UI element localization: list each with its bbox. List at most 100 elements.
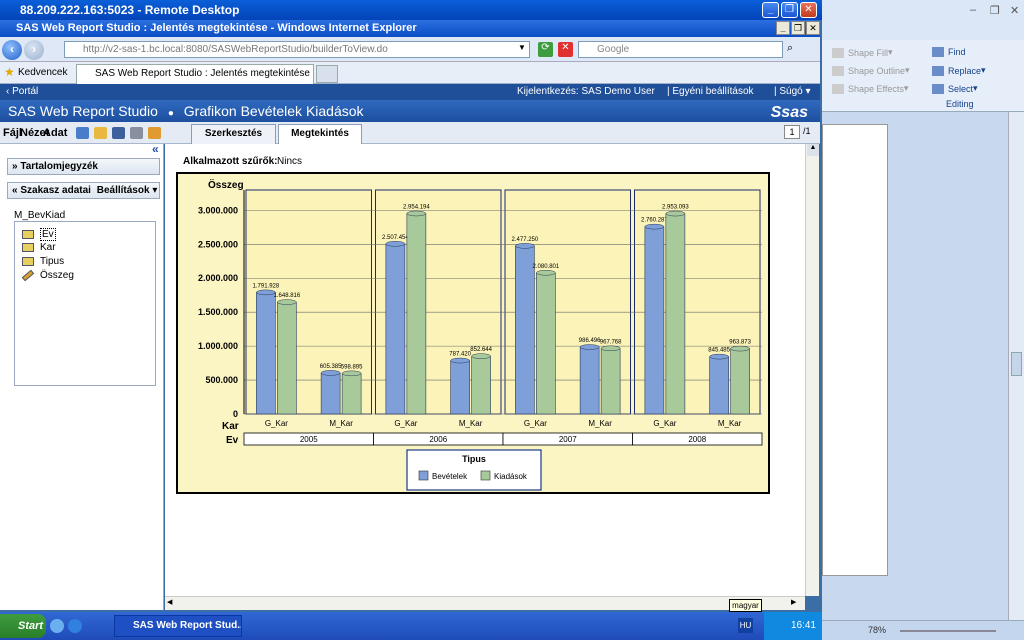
word-maximize-icon[interactable]: ❐	[990, 4, 1000, 17]
taskbar-item-ie[interactable]: SAS Web Report Stud...	[114, 615, 242, 637]
settings-link[interactable]: | Egyéni beállítások	[667, 84, 754, 100]
ie-quicklaunch-icon[interactable]	[68, 619, 82, 633]
new-report-icon[interactable]	[76, 127, 89, 139]
bar-chart: Összeg 0 500.000 1.000.000 1.500.000 2.000.00…	[198, 178, 763, 491]
bar-top	[277, 299, 297, 305]
stop-icon[interactable]: ✕	[558, 42, 573, 57]
data-label: 2.954.194	[403, 204, 430, 210]
select-button[interactable]: Select ▾	[932, 83, 978, 94]
scroll-right-icon[interactable]: ▶	[791, 598, 801, 609]
legend-title: Tipus	[462, 454, 486, 464]
data-label: 967.768	[600, 339, 622, 345]
filters-label: Alkalmazott szűrők:	[183, 156, 278, 167]
replace-button[interactable]: Replace ▾	[932, 65, 986, 76]
save-icon[interactable]	[112, 127, 125, 139]
portal-link[interactable]: ‹ Portál	[6, 84, 38, 100]
horizontal-scrollbar[interactable]: ◀ ▶	[165, 596, 805, 610]
ie-minimize-button[interactable]: _	[776, 21, 790, 35]
tab-view[interactable]: Megtekintés	[278, 124, 362, 145]
page-number-input[interactable]: 1	[784, 125, 800, 139]
group-label: 2005	[300, 435, 318, 444]
y-tick-label: 2.500.000	[198, 239, 238, 249]
legend-swatch	[480, 470, 491, 481]
close-button[interactable]: ✕	[800, 2, 817, 18]
refresh-icon[interactable]: ⟳	[538, 42, 553, 57]
bar	[385, 243, 406, 415]
bar-top	[536, 270, 556, 276]
bar-top	[256, 289, 276, 296]
data-label: 1.791.928	[253, 283, 280, 289]
ie-restore-button[interactable]: ❐	[791, 21, 805, 35]
data-item-ev[interactable]: Ev	[22, 228, 56, 241]
tab-edit[interactable]: Szerkesztés	[191, 124, 276, 144]
find-button[interactable]: Find	[932, 47, 966, 57]
x-tick-label: G_Kar	[265, 419, 288, 428]
data-item-kar[interactable]: Kar	[22, 242, 56, 253]
back-icon[interactable]: ‹	[2, 40, 22, 60]
sas-logo: Ssas	[770, 104, 808, 121]
print-icon[interactable]	[130, 127, 143, 139]
logout-link[interactable]: Kijelentkezés: SAS Demo User	[517, 84, 655, 100]
favorites-label[interactable]: Kedvencek	[18, 67, 67, 78]
data-item-tipus[interactable]: Tipus	[22, 256, 64, 267]
data-label: 986.496	[579, 338, 601, 344]
desktop-icon[interactable]	[50, 619, 64, 633]
remote-desktop-title: 88.209.222.163:5023 - Remote Desktop	[20, 3, 240, 17]
open-folder-icon[interactable]	[94, 127, 107, 139]
data-label: 605.385	[320, 364, 342, 370]
browser-tab[interactable]: SAS Web Report Studio : Jelentés megteki…	[76, 64, 314, 84]
word-document-page[interactable]	[822, 124, 888, 576]
toc-header[interactable]: » Tartalomjegyzék	[7, 158, 160, 175]
data-label: 845.485	[708, 348, 730, 354]
bar	[515, 245, 535, 415]
maximize-button[interactable]: ❐	[781, 2, 798, 18]
help-link[interactable]: | Súgó ▾	[774, 84, 811, 100]
language-indicator[interactable]: HU	[738, 618, 753, 633]
bar	[600, 348, 621, 415]
ie-close-button[interactable]: ✕	[806, 21, 820, 35]
search-input[interactable]: Google	[578, 41, 783, 58]
word-vertical-scrollbar[interactable]	[1008, 112, 1024, 620]
bar	[320, 372, 341, 415]
y-axis-title: Összeg	[208, 178, 244, 191]
settings-dropdown[interactable]: Beállítások	[97, 185, 150, 196]
start-button[interactable]: Start	[0, 614, 46, 638]
zoom-slider[interactable]	[900, 630, 996, 632]
bar	[341, 373, 362, 415]
vertical-scrollbar[interactable]: ▲	[805, 144, 819, 596]
export-icon[interactable]	[148, 127, 161, 139]
new-tab-button[interactable]	[316, 65, 338, 83]
minimize-button[interactable]: _	[762, 2, 779, 18]
data-label: 963.873	[729, 340, 751, 346]
scroll-left-icon[interactable]: ◀	[167, 598, 177, 609]
group-label: 2006	[429, 435, 447, 444]
collapse-panel-icon[interactable]: «	[152, 142, 159, 156]
data-label: 598.895	[341, 364, 363, 370]
data-item-osszeg[interactable]: Összeg	[21, 269, 74, 282]
bar	[579, 346, 600, 415]
word-minimize-icon[interactable]: –	[970, 4, 976, 16]
report-title: Grafikon Bevételek Kiadások	[183, 103, 364, 119]
bar-top	[450, 357, 470, 364]
scroll-up-icon[interactable]: ▲	[807, 144, 819, 156]
shape-fill-button[interactable]: Shape Fill ▾	[832, 47, 893, 58]
data-label: 2.760.287	[641, 218, 668, 224]
search-icon[interactable]: ⌕	[787, 42, 801, 57]
word-close-icon[interactable]: ✕	[1010, 4, 1019, 17]
measure-icon	[21, 269, 35, 282]
shape-effects-button[interactable]: Shape Effects ▾	[832, 83, 908, 94]
url-dropdown-icon[interactable]: ▼	[518, 43, 529, 56]
report-content: Alkalmazott szűrők: Nincs Összeg 0 500.000…	[165, 144, 805, 596]
bar-top	[341, 370, 362, 377]
forward-icon[interactable]: ›	[24, 40, 44, 60]
x-axis-title-inner: Kar	[222, 421, 239, 432]
bar-top	[579, 344, 600, 350]
url-input[interactable]: http://v2-sas-1.bc.local:8080/SASWebRepo…	[64, 41, 530, 58]
section-header[interactable]: « Szakasz adatai Beállítások ▾	[7, 182, 160, 199]
shape-outline-button[interactable]: Shape Outline ▾	[832, 65, 910, 76]
menu-data[interactable]: Adat	[43, 127, 67, 139]
category-icon	[22, 230, 34, 239]
x-tick-label: G_Kar	[524, 419, 547, 428]
clock: 16:41	[790, 620, 816, 631]
word-scroll-thumb[interactable]	[1011, 352, 1022, 376]
